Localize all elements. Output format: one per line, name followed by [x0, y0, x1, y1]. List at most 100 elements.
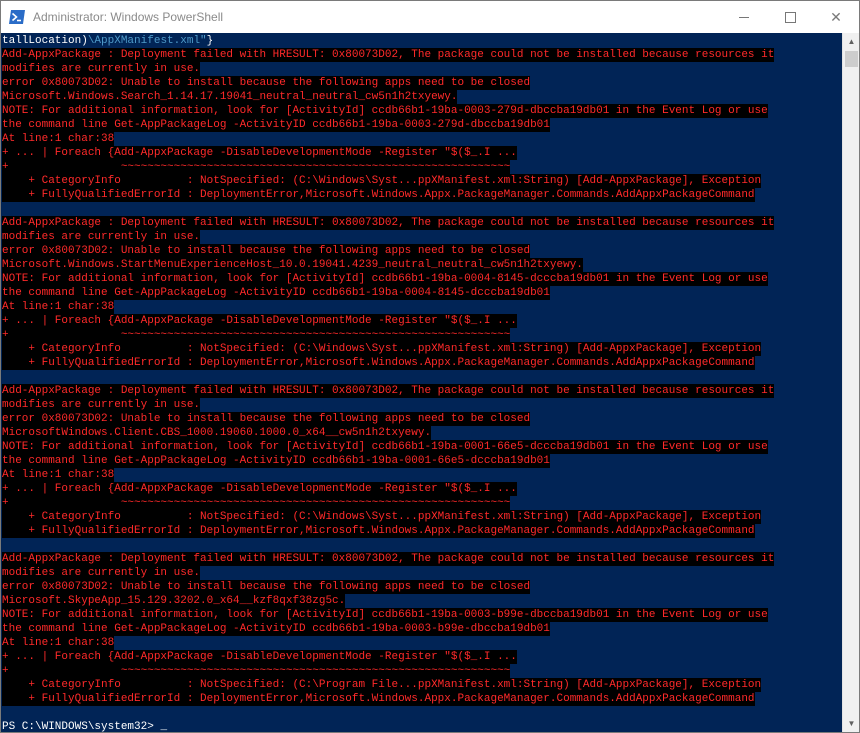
error-text: error 0x80073D02: Unable to install beca…	[2, 76, 531, 90]
error-text: + CategoryInfo : NotSpecified: (C:\Windo…	[2, 174, 762, 188]
command-segment: tallLocation)	[2, 35, 88, 47]
error-line: MicrosoftWindows.Client.CBS_1000.19060.1…	[2, 426, 842, 440]
window-title: Administrator: Windows PowerShell	[33, 10, 224, 24]
error-line: + ~~~~~~~~~~~~~~~~~~~~~~~~~~~~~~~~~~~~~~…	[2, 160, 842, 174]
error-line: NOTE: For additional information, look f…	[2, 104, 842, 118]
error-line: At line:1 char:38	[2, 300, 842, 314]
error-text: At line:1 char:38	[2, 132, 115, 146]
console-output[interactable]: tallLocation)\AppXManifest.xml"} Add-App…	[1, 33, 842, 732]
error-text: + FullyQualifiedErrorId : DeploymentErro…	[2, 524, 755, 538]
error-line: NOTE: For additional information, look f…	[2, 272, 842, 286]
error-line: error 0x80073D02: Unable to install beca…	[2, 580, 842, 594]
error-block: Add-AppxPackage : Deployment failed with…	[2, 216, 842, 384]
error-text: + ~~~~~~~~~~~~~~~~~~~~~~~~~~~~~~~~~~~~~~…	[2, 496, 511, 510]
prompt-text: PS C:\WINDOWS\system32>	[2, 721, 161, 732]
error-text: error 0x80073D02: Unable to install beca…	[2, 412, 531, 426]
error-block: Add-AppxPackage : Deployment failed with…	[2, 552, 842, 706]
error-line: the command line Get-AppPackageLog -Acti…	[2, 454, 842, 468]
scroll-down-button[interactable]: ▼	[843, 715, 859, 732]
error-line: At line:1 char:38	[2, 132, 842, 146]
error-text: + ... | Foreach {Add-AppxPackage -Disabl…	[2, 314, 517, 328]
command-segment-end: }	[206, 35, 214, 47]
maximize-icon	[784, 11, 796, 23]
scroll-up-button[interactable]: ▲	[843, 33, 859, 50]
error-line: NOTE: For additional information, look f…	[2, 440, 842, 454]
error-line: + ~~~~~~~~~~~~~~~~~~~~~~~~~~~~~~~~~~~~~~…	[2, 664, 842, 678]
error-line: + ... | Foreach {Add-AppxPackage -Disabl…	[2, 650, 842, 664]
error-line: + ~~~~~~~~~~~~~~~~~~~~~~~~~~~~~~~~~~~~~~…	[2, 328, 842, 342]
error-text: + FullyQualifiedErrorId : DeploymentErro…	[2, 356, 755, 370]
error-block: Add-AppxPackage : Deployment failed with…	[2, 384, 842, 552]
error-line: + ... | Foreach {Add-AppxPackage -Disabl…	[2, 482, 842, 496]
error-line: + FullyQualifiedErrorId : DeploymentErro…	[2, 188, 842, 202]
error-line: At line:1 char:38	[2, 636, 842, 650]
error-text: the command line Get-AppPackageLog -Acti…	[2, 118, 550, 132]
error-text: + CategoryInfo : NotSpecified: (C:\Progr…	[2, 678, 762, 692]
error-text: + ~~~~~~~~~~~~~~~~~~~~~~~~~~~~~~~~~~~~~~…	[2, 328, 511, 342]
minimize-icon	[739, 16, 749, 18]
error-text: modifies are currently in use.	[2, 566, 201, 580]
error-text: + ... | Foreach {Add-AppxPackage -Disabl…	[2, 146, 517, 160]
error-text: error 0x80073D02: Unable to install beca…	[2, 580, 531, 594]
error-text: At line:1 char:38	[2, 468, 115, 482]
error-text: At line:1 char:38	[2, 300, 115, 314]
error-text: Microsoft.Windows.Search_1.14.17.19041_n…	[2, 90, 458, 104]
command-string: \AppXManifest.xml"	[87, 35, 207, 47]
error-line: Microsoft.Windows.StartMenuExperienceHos…	[2, 258, 842, 272]
error-text: modifies are currently in use.	[2, 398, 201, 412]
error-line: + CategoryInfo : NotSpecified: (C:\Progr…	[2, 678, 842, 692]
arrow-up-icon: ▲	[847, 37, 856, 46]
error-line: + FullyQualifiedErrorId : DeploymentErro…	[2, 524, 842, 538]
error-line: Add-AppxPackage : Deployment failed with…	[2, 48, 842, 62]
error-text: NOTE: For additional information, look f…	[2, 608, 768, 622]
error-line: + ~~~~~~~~~~~~~~~~~~~~~~~~~~~~~~~~~~~~~~…	[2, 496, 842, 510]
error-line: + ... | Foreach {Add-AppxPackage -Disabl…	[2, 314, 842, 328]
command-tail-line: tallLocation)\AppXManifest.xml"}	[2, 34, 842, 48]
title-bar[interactable]: Administrator: Windows PowerShell ✕	[1, 1, 859, 33]
error-line: + CategoryInfo : NotSpecified: (C:\Windo…	[2, 510, 842, 524]
error-line: modifies are currently in use.	[2, 230, 842, 244]
error-line: Microsoft.SkypeApp_15.129.3202.0_x64__kz…	[2, 594, 842, 608]
error-text: error 0x80073D02: Unable to install beca…	[2, 244, 531, 258]
error-line: modifies are currently in use.	[2, 566, 842, 580]
error-line: modifies are currently in use.	[2, 62, 842, 76]
error-text: At line:1 char:38	[2, 636, 115, 650]
error-line: + ... | Foreach {Add-AppxPackage -Disabl…	[2, 146, 842, 160]
error-text: + ~~~~~~~~~~~~~~~~~~~~~~~~~~~~~~~~~~~~~~…	[2, 160, 511, 174]
error-line: error 0x80073D02: Unable to install beca…	[2, 412, 842, 426]
maximize-button[interactable]	[767, 1, 813, 33]
error-text: Add-AppxPackage : Deployment failed with…	[2, 48, 775, 62]
error-line: Add-AppxPackage : Deployment failed with…	[2, 384, 842, 398]
error-text: the command line Get-AppPackageLog -Acti…	[2, 454, 550, 468]
error-line: error 0x80073D02: Unable to install beca…	[2, 76, 842, 90]
error-text: NOTE: For additional information, look f…	[2, 440, 768, 454]
error-text: + FullyQualifiedErrorId : DeploymentErro…	[2, 692, 755, 706]
arrow-down-icon: ▼	[847, 719, 856, 728]
error-text: + ... | Foreach {Add-AppxPackage -Disabl…	[2, 650, 517, 664]
vertical-scrollbar[interactable]: ▲ ▼	[842, 33, 859, 732]
prompt-line[interactable]: PS C:\WINDOWS\system32> _	[2, 720, 842, 732]
error-line: error 0x80073D02: Unable to install beca…	[2, 244, 842, 258]
error-line: the command line Get-AppPackageLog -Acti…	[2, 622, 842, 636]
error-line: the command line Get-AppPackageLog -Acti…	[2, 286, 842, 300]
error-line: + FullyQualifiedErrorId : DeploymentErro…	[2, 356, 842, 370]
error-line: the command line Get-AppPackageLog -Acti…	[2, 118, 842, 132]
error-line: NOTE: For additional information, look f…	[2, 608, 842, 622]
error-text: + CategoryInfo : NotSpecified: (C:\Windo…	[2, 510, 762, 524]
error-blocks: Add-AppxPackage : Deployment failed with…	[2, 48, 842, 706]
powershell-icon	[9, 10, 25, 24]
error-line: At line:1 char:38	[2, 468, 842, 482]
error-text: Add-AppxPackage : Deployment failed with…	[2, 552, 775, 566]
close-button[interactable]: ✕	[813, 1, 859, 33]
error-text: + ~~~~~~~~~~~~~~~~~~~~~~~~~~~~~~~~~~~~~~…	[2, 664, 511, 678]
text-cursor: _	[160, 721, 168, 732]
minimize-button[interactable]	[721, 1, 767, 33]
error-text: NOTE: For additional information, look f…	[2, 272, 768, 286]
powershell-window: Administrator: Windows PowerShell ✕ tall…	[0, 0, 860, 733]
error-line: Add-AppxPackage : Deployment failed with…	[2, 216, 842, 230]
error-text: modifies are currently in use.	[2, 62, 201, 76]
scroll-thumb[interactable]	[845, 51, 858, 67]
error-text: MicrosoftWindows.Client.CBS_1000.19060.1…	[2, 426, 432, 440]
